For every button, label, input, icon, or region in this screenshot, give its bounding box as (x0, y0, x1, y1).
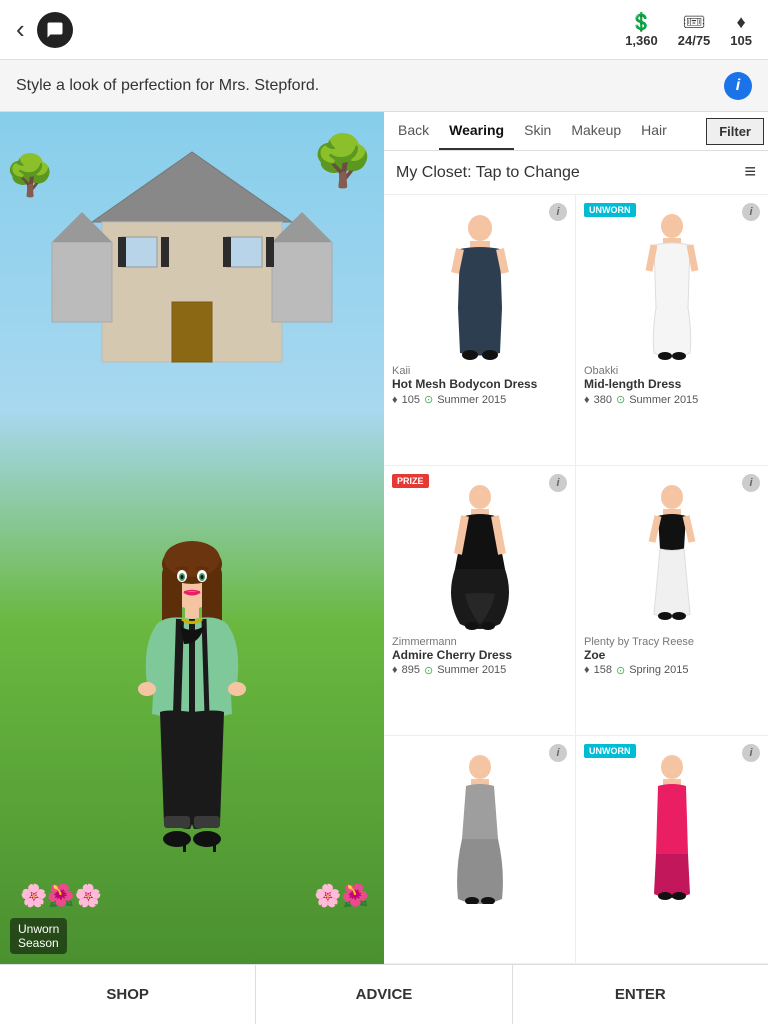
item-4-meta: ♦ 158 ⊙ Spring 2015 (584, 664, 760, 677)
closet-panel: Back Wearing Skin Makeup Hair Filter My … (384, 112, 768, 964)
menu-icon[interactable]: ≡ (744, 161, 756, 184)
closet-title: My Closet: Tap to Change (396, 164, 580, 182)
item-3-badge: PRIZE (392, 474, 429, 488)
item-1-name: Hot Mesh Bodycon Dress (392, 377, 567, 391)
season-label: Season (18, 936, 59, 950)
item-3-info[interactable]: i (549, 474, 567, 492)
item-2-brand: Obakki (584, 365, 760, 377)
item-4[interactable]: i Plenty by Tracy Rees (576, 466, 768, 737)
closet-header: My Closet: Tap to Change ≡ (384, 151, 768, 195)
tab-hair[interactable]: Hair (631, 112, 677, 150)
item-4-info[interactable]: i (742, 474, 760, 492)
item-2-info[interactable]: i (742, 203, 760, 221)
item-3-diamond: 895 (402, 664, 420, 676)
ticket-currency: 🎟 24/75 (678, 12, 711, 48)
item-1[interactable]: i Kaii Hot Mesh Bodycon Dress (384, 195, 576, 466)
item-3[interactable]: PRIZE i Zimmermann (384, 466, 576, 737)
item-6-figure (584, 744, 760, 904)
season-dot-1: ⊙ (424, 393, 433, 406)
item-2-diamond: 380 (594, 394, 612, 406)
diamond-icon: ♦ (737, 12, 746, 33)
coin-currency: 💲 1,360 (625, 12, 658, 48)
item-1-info[interactable]: i (549, 203, 567, 221)
item-1-brand: Kaii (392, 365, 567, 377)
tabs-bar: Back Wearing Skin Makeup Hair Filter (384, 112, 768, 151)
item-2-figure (584, 203, 760, 363)
item-3-figure (392, 474, 567, 634)
item-3-name: Admire Cherry Dress (392, 648, 567, 662)
item-2-name: Mid-length Dress (584, 377, 760, 391)
item-6-badge: UNWORN (584, 744, 636, 758)
item-1-season: Summer 2015 (437, 394, 506, 406)
top-bar: ‹ 💲 1,360 🎟 24/75 ♦ 105 (0, 0, 768, 60)
info-icon[interactable]: i (724, 72, 752, 100)
main-area: 🌳 🌳 (0, 112, 768, 964)
item-2-meta: ♦ 380 ⊙ Summer 2015 (584, 393, 760, 406)
diamond-currency: ♦ 105 (730, 12, 752, 48)
diamond-icon-1: ♦ (392, 394, 398, 406)
item-4-brand: Plenty by Tracy Reese (584, 636, 760, 648)
item-2-badge: UNWORN (584, 203, 636, 217)
item-2-season: Summer 2015 (629, 394, 698, 406)
enter-button[interactable]: ENTER (513, 965, 768, 1024)
back-button[interactable]: ‹ (16, 14, 25, 45)
item-5[interactable]: i (384, 736, 576, 964)
shop-button[interactable]: SHOP (0, 965, 256, 1024)
items-grid: i Kaii Hot Mesh Bodycon Dress (384, 195, 768, 964)
chat-bubble-icon (37, 12, 73, 48)
tab-back[interactable]: Back (388, 112, 439, 150)
item-4-name: Zoe (584, 648, 760, 662)
unworn-label: Unworn (18, 922, 59, 936)
bottom-nav: SHOP ADVICE ENTER (0, 964, 768, 1024)
item-3-season: Summer 2015 (437, 664, 506, 676)
tab-makeup[interactable]: Makeup (561, 112, 631, 150)
item-1-figure (392, 203, 567, 363)
filter-button[interactable]: Filter (706, 118, 764, 145)
mission-bar: Style a look of perfection for Mrs. Step… (0, 60, 768, 112)
item-3-brand: Zimmermann (392, 636, 567, 648)
ticket-icon: 🎟 (683, 12, 706, 33)
item-4-figure (584, 474, 760, 634)
avatar-labels: Unworn Season (10, 918, 67, 954)
item-6[interactable]: UNWORN i (576, 736, 768, 964)
item-1-meta: ♦ 105 ⊙ Summer 2015 (392, 393, 567, 406)
item-4-season: Spring 2015 (629, 664, 688, 676)
mission-text: Style a look of perfection for Mrs. Step… (16, 77, 724, 95)
advice-button[interactable]: ADVICE (256, 965, 512, 1024)
coin-icon: 💲 (630, 12, 652, 33)
item-2[interactable]: UNWORN i Obakki Mid-length Dress (576, 195, 768, 466)
tab-wearing[interactable]: Wearing (439, 112, 514, 150)
tab-skin[interactable]: Skin (514, 112, 561, 150)
item-3-meta: ♦ 895 ⊙ Summer 2015 (392, 664, 567, 677)
item-4-diamond: 158 (594, 664, 612, 676)
item-5-figure (392, 744, 567, 904)
avatar-panel: 🌳 🌳 (0, 112, 384, 964)
item-1-diamond: 105 (402, 394, 420, 406)
